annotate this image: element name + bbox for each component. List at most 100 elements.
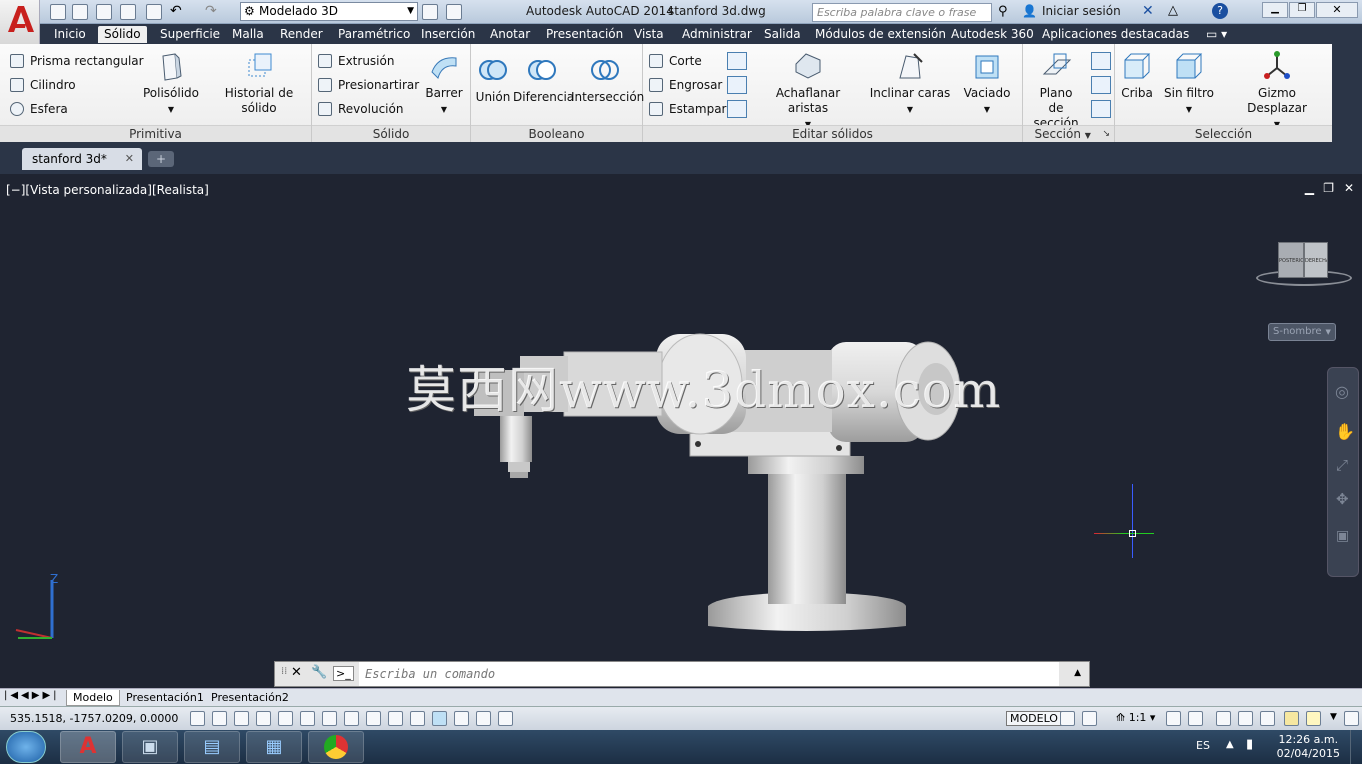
annotation-scale[interactable]: ⟰ 1:1 ▾	[1116, 711, 1155, 724]
tab-salida[interactable]: Salida	[758, 26, 807, 43]
ortho-icon[interactable]	[256, 711, 271, 726]
tray-arrow-icon[interactable]: ▲	[1226, 739, 1234, 750]
transparency-icon[interactable]	[432, 711, 447, 726]
recent-commands-icon[interactable]: >_	[333, 666, 354, 681]
selection-cycling-icon[interactable]	[476, 711, 491, 726]
minimize-button[interactable]: ▁	[1262, 2, 1288, 18]
showmotion-icon[interactable]: ▣	[1336, 528, 1349, 544]
restore-button[interactable]: ❐	[1289, 2, 1315, 18]
infer-constraints-icon[interactable]	[190, 711, 205, 726]
ribbon-options-icon[interactable]: ▭ ▾	[1200, 26, 1233, 43]
taskbar-explorer[interactable]: ▦	[246, 731, 302, 763]
shell-button[interactable]: Vaciado ▼	[959, 50, 1015, 117]
sphere-button[interactable]: Esfera	[10, 101, 68, 117]
tab-superficie[interactable]: Superficie	[154, 26, 226, 43]
tab-malla[interactable]: Malla	[226, 26, 270, 43]
osnap-icon[interactable]	[300, 711, 315, 726]
viewcube-face-derecha[interactable]: DERECHA	[1304, 242, 1328, 278]
clean-screen-icon[interactable]	[1344, 711, 1359, 726]
show-desktop-button[interactable]	[1350, 730, 1362, 764]
taskbar-computer[interactable]: ▤	[184, 731, 240, 763]
tab-parametrico[interactable]: Paramétrico	[332, 26, 416, 43]
extrude-button[interactable]: Extrusión	[318, 53, 394, 69]
tab-modelo[interactable]: Modelo	[66, 690, 120, 706]
model-space-button[interactable]: MODELO	[1006, 711, 1062, 726]
lineweight-icon[interactable]	[410, 711, 425, 726]
tab-render[interactable]: Render	[274, 26, 329, 43]
print-icon[interactable]	[146, 4, 162, 20]
workspace-switch-icon[interactable]	[1216, 711, 1231, 726]
new-icon[interactable]	[50, 4, 66, 20]
box-button[interactable]: Prisma rectangular	[10, 53, 144, 69]
gizmo-move-button[interactable]: Gizmo Desplazar▼	[1227, 50, 1327, 132]
workspace-select[interactable]: ⚙ Modelado 3D ▼	[240, 2, 418, 21]
panel-launcher-icon[interactable]: ↘	[1102, 126, 1110, 143]
close-icon[interactable]: ✕	[291, 665, 302, 680]
help-triangle-icon[interactable]: △	[1168, 3, 1178, 18]
tab-modulos[interactable]: Módulos de extensión	[809, 26, 952, 43]
save-as-icon[interactable]	[120, 4, 136, 20]
pan-icon[interactable]: ✋	[1335, 422, 1355, 441]
save-icon[interactable]	[96, 4, 112, 20]
binoculars-icon[interactable]: ⚲	[998, 4, 1008, 19]
subtract-button[interactable]: Diferencia	[513, 54, 574, 105]
imprint-button[interactable]: Estampar	[649, 101, 727, 117]
grip-icon[interactable]: ⁞⁞	[281, 666, 287, 677]
chamfer-edges-button[interactable]: Achaflanar aristas▼	[757, 50, 859, 132]
auto-scale-icon[interactable]	[1188, 711, 1203, 726]
chevron-up-icon[interactable]: ▲	[1074, 668, 1081, 678]
otrack-icon[interactable]	[344, 711, 359, 726]
customize-wrench-icon[interactable]: 🔧	[311, 665, 327, 680]
close-button[interactable]: ✕	[1316, 2, 1358, 18]
add-jog-icon[interactable]	[1091, 76, 1111, 94]
generate-section-icon[interactable]	[1091, 100, 1111, 118]
no-filter-button[interactable]: Sin filtro ▼	[1161, 50, 1217, 117]
thicken-button[interactable]: Engrosar	[649, 77, 722, 93]
revolve-button[interactable]: Revolución	[318, 101, 403, 117]
tab-aplicaciones[interactable]: Aplicaciones destacadas	[1036, 26, 1195, 43]
annotation-visibility-icon[interactable]	[1166, 711, 1181, 726]
hardware-acceleration-icon[interactable]	[1260, 711, 1275, 726]
properties-icon[interactable]	[446, 4, 462, 20]
zoom-extents-icon[interactable]: ⤢	[1336, 456, 1348, 474]
polysolid-button[interactable]: Polisólido ▼	[140, 50, 202, 117]
help-icon[interactable]: ?	[1212, 3, 1228, 19]
cylinder-button[interactable]: Cilindro	[10, 77, 76, 93]
command-input[interactable]: Escriba un comando	[359, 662, 1059, 686]
solid-edit-body-icon[interactable]	[727, 100, 747, 118]
tab-solido[interactable]: Sólido	[98, 26, 147, 43]
redo-icon[interactable]: ↷	[205, 4, 221, 20]
union-button[interactable]: Unión	[473, 54, 513, 105]
tab-vista[interactable]: Vista	[628, 26, 670, 43]
annotation-monitor-icon[interactable]	[498, 711, 513, 726]
3d-osnap-icon[interactable]	[322, 711, 337, 726]
steering-wheel-icon[interactable]: ◎	[1335, 382, 1349, 401]
quick-properties-icon[interactable]	[454, 711, 469, 726]
tab-presentacion[interactable]: Presentación	[540, 26, 629, 43]
signin-link[interactable]: Iniciar sesión	[1042, 4, 1121, 18]
taskbar-autocad[interactable]: A	[60, 731, 116, 763]
taper-faces-button[interactable]: Inclinar caras ▼	[869, 50, 951, 117]
live-section-icon[interactable]	[1091, 52, 1111, 70]
application-menu-button[interactable]	[0, 0, 40, 44]
lock-icon[interactable]	[1238, 711, 1253, 726]
layout-nav-icons[interactable]: |◀◀▶▶|	[4, 690, 60, 701]
isolate-objects-icon[interactable]	[1284, 711, 1299, 726]
dyn-icon[interactable]	[388, 711, 403, 726]
ducs-icon[interactable]	[366, 711, 381, 726]
status-menu-icon[interactable]: ▼	[1330, 712, 1337, 722]
solid-history-button[interactable]: Historial de sólido	[208, 50, 310, 116]
solid-edit-faces-icon[interactable]	[727, 52, 747, 70]
network-icon[interactable]: ▮	[1246, 737, 1253, 752]
drawing-viewport[interactable]: [−][Vista personalizada][Realista] ▁ ❐ ✕	[0, 174, 1362, 688]
taskbar-clock[interactable]: 12:26 a.m. 02/04/2015	[1277, 733, 1340, 761]
tab-autodesk360[interactable]: Autodesk 360	[945, 26, 1040, 43]
section-plane-button[interactable]: Plano de sección	[1025, 50, 1087, 131]
tab-administrar[interactable]: Administrar	[676, 26, 758, 43]
orbit-icon[interactable]: ✥	[1336, 490, 1349, 508]
layer-icon[interactable]	[422, 4, 438, 20]
grid-icon[interactable]	[234, 711, 249, 726]
sweep-button[interactable]: Barrer ▼	[420, 50, 468, 117]
polar-icon[interactable]	[278, 711, 293, 726]
open-icon[interactable]	[72, 4, 88, 20]
